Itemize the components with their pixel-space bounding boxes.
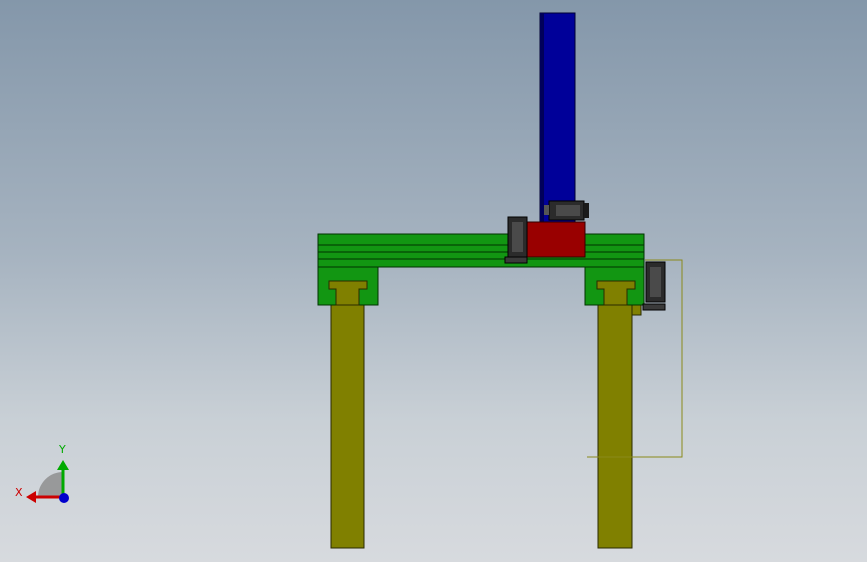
triad-plane-indicator — [38, 472, 63, 497]
vertical-column[interactable] — [539, 12, 576, 224]
cross-beam[interactable] — [317, 233, 645, 306]
beam-drive-motor[interactable] — [504, 216, 528, 264]
triad-y-label: Y — [59, 443, 66, 456]
carriage-block[interactable] — [526, 221, 586, 258]
cad-viewport[interactable]: X Y — [0, 0, 867, 562]
left-leg[interactable] — [328, 280, 368, 549]
right-leg[interactable] — [596, 280, 642, 549]
triad-x-arrowhead — [26, 491, 36, 503]
coordinate-triad — [26, 460, 69, 503]
leg-drive-motor[interactable] — [642, 261, 666, 311]
triad-x-label: X — [15, 486, 23, 499]
column-drive-motor[interactable] — [544, 200, 589, 221]
triad-y-arrowhead — [57, 460, 69, 470]
triad-z-axis — [59, 493, 69, 503]
cad-model-scene[interactable] — [0, 0, 867, 562]
